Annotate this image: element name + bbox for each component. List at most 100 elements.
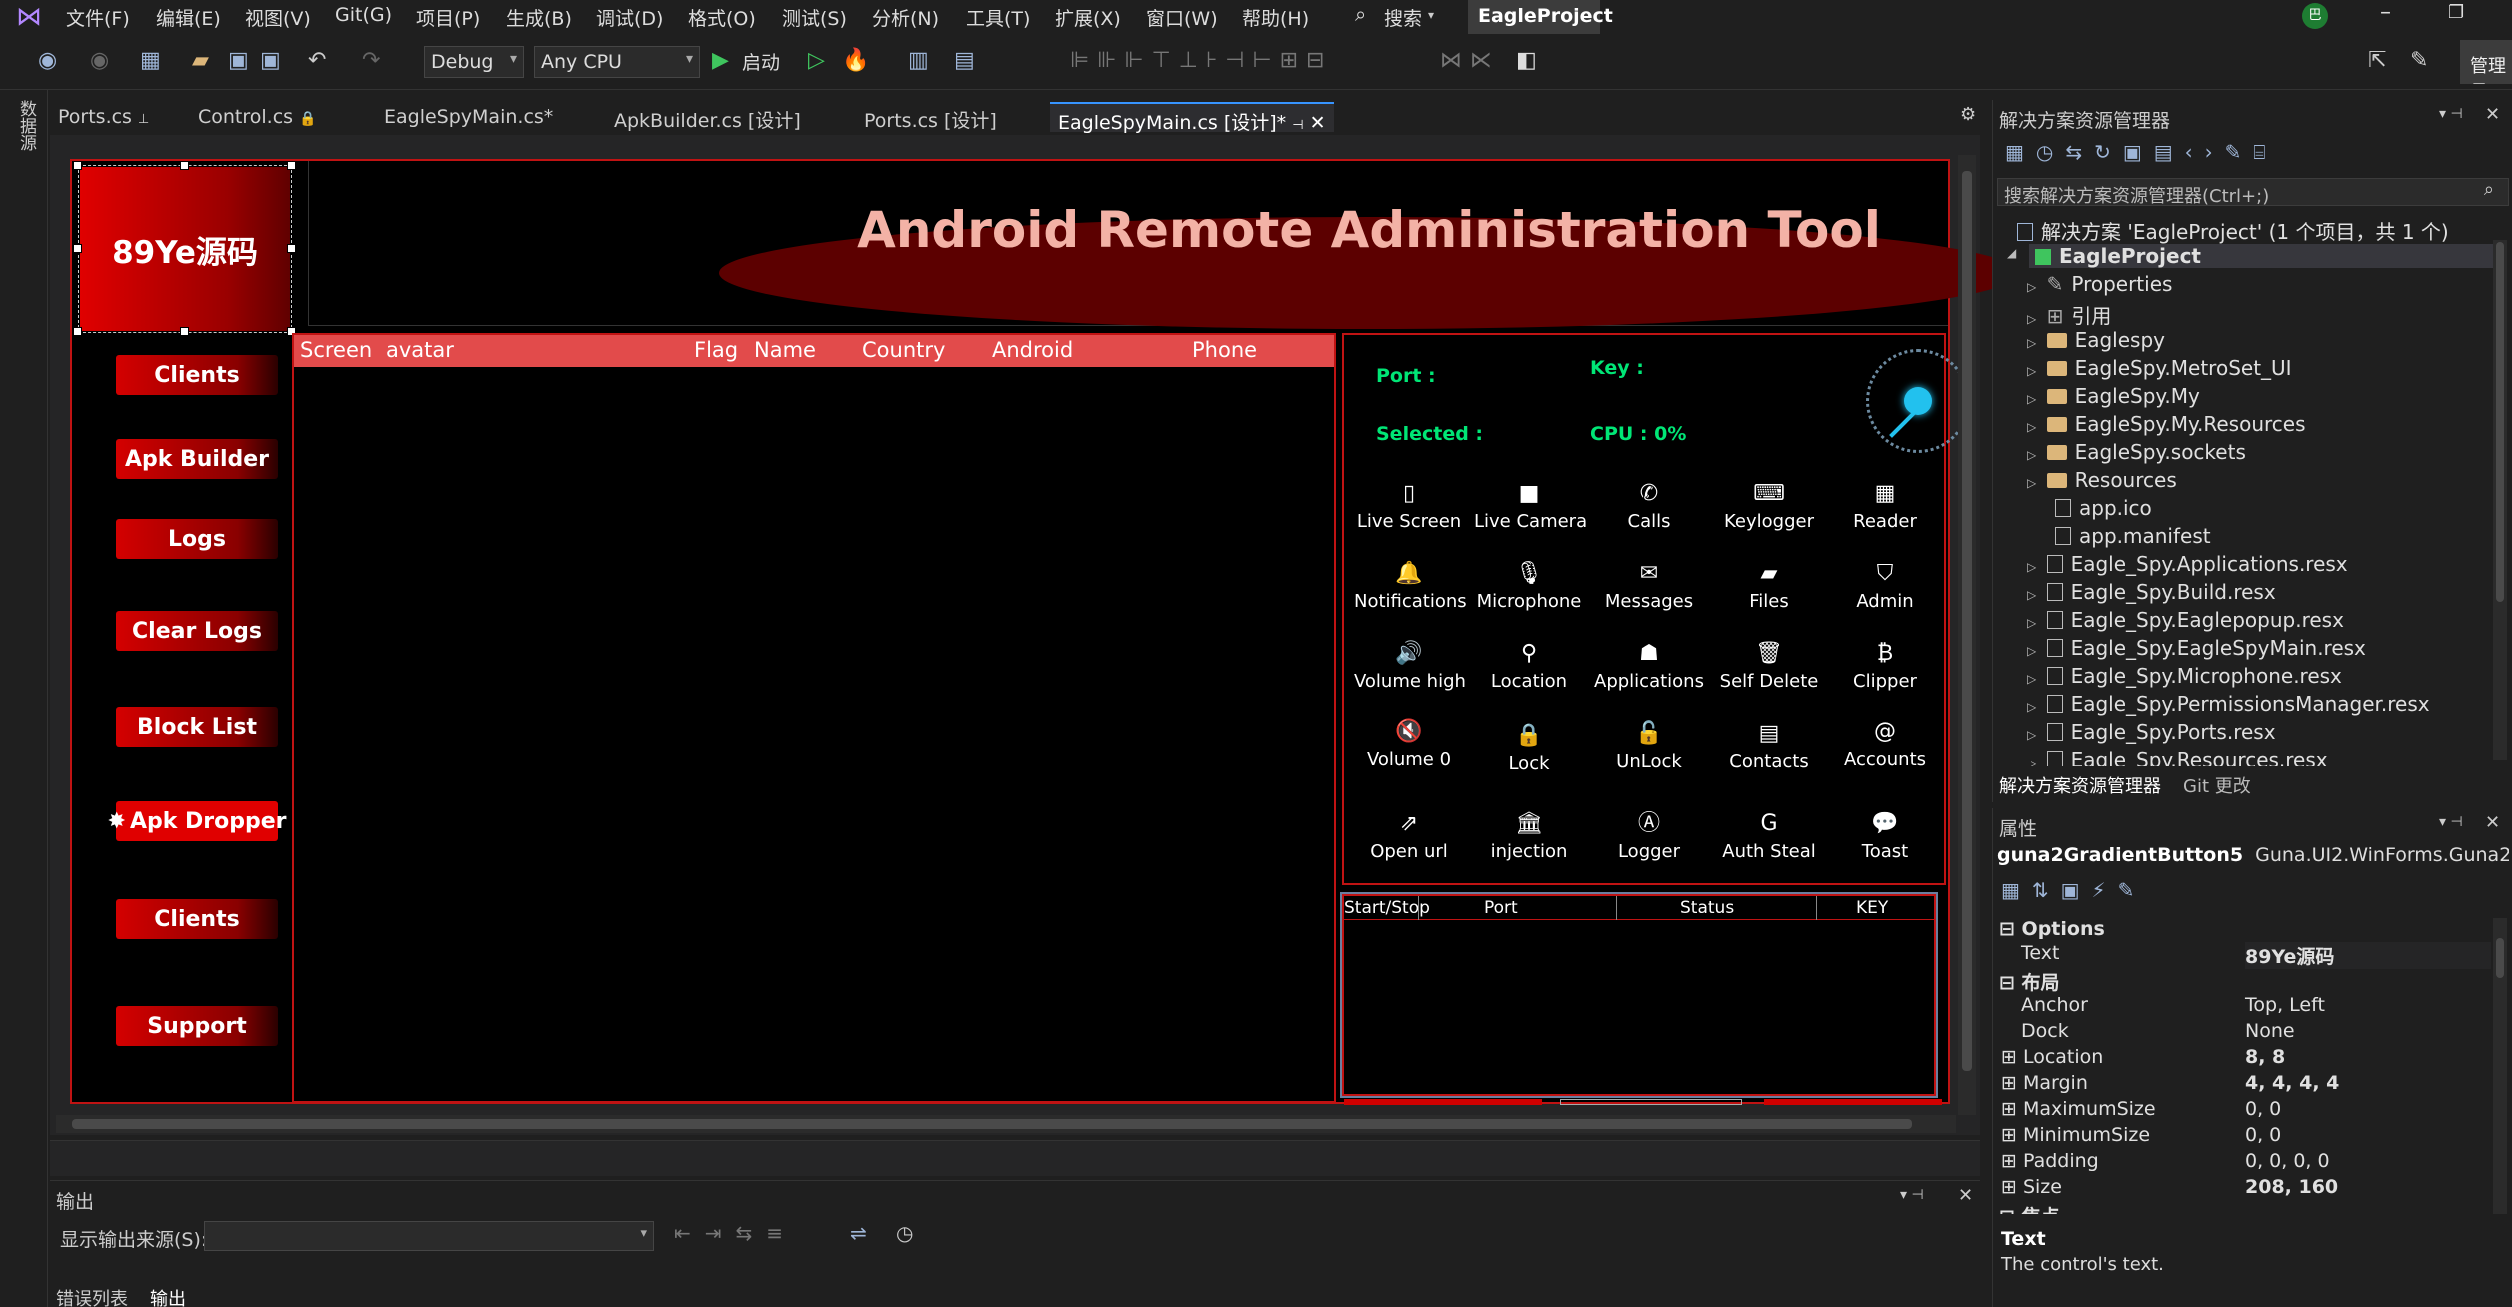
prop-row-anchor[interactable]: Anchor Top, Left	[2021, 994, 2491, 1020]
close-icon[interactable]: ✕	[2485, 104, 2500, 125]
clients-button[interactable]: Clients	[116, 355, 278, 395]
admin-action-button[interactable]: ⛉ Admin	[1830, 557, 1940, 612]
prop-row-maxsize[interactable]: ⊞ MaximumSize 0, 0	[2001, 1098, 2471, 1124]
menu-help[interactable]: 帮助(H)	[1242, 4, 1309, 31]
chevron-down-icon[interactable]: ▾	[1428, 8, 1434, 22]
tree-item-app-ico[interactable]: app.ico	[2055, 496, 2152, 520]
tab-error-list[interactable]: 错误列表	[56, 1285, 128, 1307]
scrollbar-thumb[interactable]	[1962, 171, 1972, 1071]
files-button[interactable]: ▰ Files	[1714, 557, 1824, 612]
col-avatar[interactable]: avatar	[386, 338, 454, 362]
browser-icon[interactable]: ▥	[908, 48, 929, 73]
accounts-button[interactable]: @ Accounts	[1830, 715, 1940, 770]
menu-build[interactable]: 生成(B)	[506, 4, 572, 31]
menu-project[interactable]: 项目(P)	[416, 4, 480, 31]
tree-item-resx[interactable]: ▷ Eagle_Spy.EagleSpyMain.resx	[2027, 636, 2366, 660]
close-icon[interactable]: ✕	[1310, 112, 1326, 134]
pane-menu-icon[interactable]: ▾ ⊣	[1900, 1187, 1924, 1203]
project-node[interactable]: EagleProject	[2029, 244, 2499, 268]
tree-item-sockets[interactable]: ▷ EagleSpy.sockets	[2027, 440, 2246, 464]
resize-handle[interactable]	[180, 161, 189, 170]
section-layout[interactable]: ⊟ 布局	[1999, 968, 2060, 995]
col-screen[interactable]: Screen	[300, 338, 372, 362]
search-label[interactable]: 搜索	[1384, 4, 1422, 31]
menu-debug[interactable]: 调试(D)	[596, 4, 663, 31]
undo-icon[interactable]: ↶	[308, 48, 326, 73]
collapsed-icon[interactable]: ▷	[2027, 588, 2036, 602]
col-flag[interactable]: Flag	[694, 338, 738, 362]
prop-row-text[interactable]: Text 89Ye源码	[2021, 942, 2491, 969]
resize-handle[interactable]	[73, 161, 82, 170]
toast-button[interactable]: 💬 Toast	[1830, 807, 1940, 862]
col-name[interactable]: Name	[754, 338, 816, 362]
contacts-button[interactable]: ▤ Contacts	[1714, 717, 1824, 772]
calls-button[interactable]: ✆ Calls	[1594, 477, 1704, 532]
bottom-button-1[interactable]	[1344, 1099, 1542, 1105]
reader-button[interactable]: ▦ Reader	[1830, 477, 1940, 532]
collapsed-icon[interactable]: ▷	[2027, 644, 2036, 658]
tab-control-cs[interactable]: Control.cs 🔒	[190, 102, 366, 132]
resize-handle[interactable]	[73, 327, 82, 336]
scrollbar-thumb[interactable]	[2496, 938, 2504, 978]
start-without-debug-icon[interactable]: ▷	[808, 48, 825, 73]
tree-item-metroset[interactable]: ▷ EagleSpy.MetroSet_UI	[2027, 356, 2292, 380]
collapsed-icon[interactable]: ▷	[2027, 700, 2036, 714]
block-list-button[interactable]: Block List	[116, 707, 278, 747]
start-button[interactable]: 启动	[742, 48, 780, 75]
col-key[interactable]: KEY	[1856, 898, 1888, 918]
menu-tools[interactable]: 工具(T)	[966, 4, 1030, 31]
prop-row-minsize[interactable]: ⊞ MinimumSize 0, 0	[2001, 1124, 2471, 1150]
properties-toolbar-icons[interactable]: ▦⇅▣⚡✎	[2001, 878, 2146, 902]
expand-icon[interactable]: ⊞	[2001, 1072, 2023, 1094]
volume-zero-button[interactable]: 🔇 Volume 0	[1354, 715, 1464, 770]
collapsed-icon[interactable]: ▷	[2027, 616, 2036, 630]
designer-vertical-scrollbar[interactable]	[1958, 155, 1976, 1115]
support-button[interactable]: Support	[116, 1006, 278, 1046]
volume-high-button[interactable]: 🔊 Volume high	[1354, 637, 1466, 692]
minimize-icon[interactable]: –	[2380, 0, 2391, 25]
tab-ports-cs[interactable]: Ports.cs ⊥	[50, 102, 194, 132]
menu-window[interactable]: 窗口(W)	[1146, 4, 1218, 31]
collapsed-icon[interactable]: ▷	[2027, 728, 2036, 742]
resize-handle[interactable]	[287, 244, 296, 253]
properties-scrollbar[interactable]	[2493, 918, 2507, 1214]
expand-icon[interactable]: ⊞	[2001, 1150, 2023, 1172]
tree-item-resx[interactable]: ▷ Eagle_Spy.Applications.resx	[2027, 552, 2348, 576]
col-android[interactable]: Android	[992, 338, 1073, 362]
clock-icon[interactable]: ◷	[896, 1221, 913, 1245]
section-focus[interactable]: ⊟ 焦点	[1999, 1202, 2060, 1214]
tree-item-resx[interactable]: ▷ Eagle_Spy.Build.resx	[2027, 580, 2276, 604]
close-icon[interactable]: ✕	[2485, 812, 2500, 833]
bottom-button-2[interactable]	[1560, 1099, 1742, 1105]
scrollbar-thumb[interactable]	[72, 1119, 1912, 1129]
solution-scrollbar[interactable]	[2493, 240, 2507, 760]
menu-extensions[interactable]: 扩展(X)	[1055, 4, 1121, 31]
location-button[interactable]: ⚲ Location	[1474, 637, 1584, 692]
self-delete-button[interactable]: 🗑 Self Delete	[1714, 637, 1824, 692]
solution-node[interactable]: 解决方案 'EagleProject' (1 个项目，共 1 个)	[2017, 216, 2449, 245]
tab-order-icon[interactable]: ◧	[1516, 48, 1537, 73]
designer-horizontal-scrollbar[interactable]	[56, 1115, 1956, 1133]
expand-icon[interactable]: ⊞	[2001, 1046, 2023, 1068]
output-source-select[interactable]: ▾	[204, 1221, 654, 1251]
start-icon[interactable]: ▶	[712, 48, 729, 73]
open-icon[interactable]: ▰	[192, 48, 209, 73]
collapsed-icon[interactable]: ▷	[2027, 280, 2036, 294]
tree-item-references[interactable]: ▷ ⊞ 引用	[2027, 300, 2111, 329]
collapsed-icon[interactable]: ▷	[2027, 364, 2036, 378]
collapsed-icon[interactable]: ▷	[2027, 312, 2036, 326]
prop-row-margin[interactable]: ⊞ Margin 4, 4, 4, 4	[2001, 1072, 2471, 1098]
tree-item-eaglespy[interactable]: ▷ Eaglespy	[2027, 328, 2165, 352]
clients-list[interactable]: Screen avatar Flag Name Country Android …	[292, 333, 1336, 1103]
section-options[interactable]: ⊟ Options	[1999, 918, 2105, 940]
new-item-icon[interactable]: ▦	[140, 48, 161, 73]
collapsed-icon[interactable]: ▷	[2027, 476, 2036, 490]
microphone-button[interactable]: 🎙 Microphone	[1474, 557, 1584, 612]
tree-item-resx[interactable]: ▷ Eagle_Spy.Resources.resx	[2031, 748, 2328, 766]
output-tool-icons[interactable]: ⇤⇥⇆≡	[674, 1221, 797, 1245]
tab-git-changes[interactable]: Git 更改	[2183, 772, 2251, 798]
menu-git[interactable]: Git(G)	[335, 4, 392, 26]
resize-handle[interactable]	[287, 161, 296, 170]
pin-icon[interactable]: ⊣	[1292, 118, 1303, 133]
messages-button[interactable]: ✉ Messages	[1594, 557, 1704, 612]
